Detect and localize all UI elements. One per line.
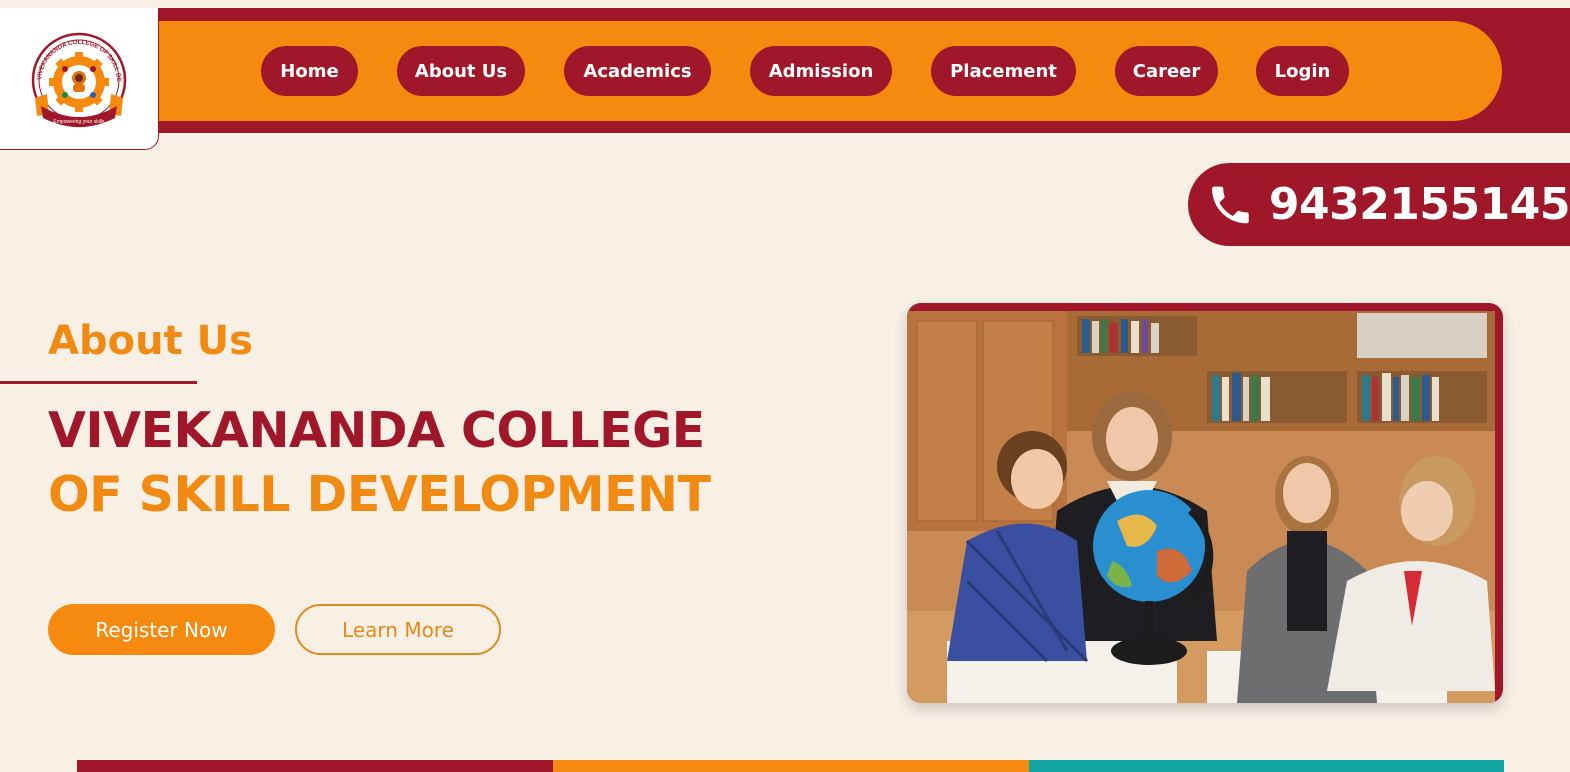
nav-placement-button[interactable]: Placement	[931, 46, 1076, 96]
phone-number: 9432155145	[1268, 179, 1570, 230]
nav-about-button[interactable]: About Us	[397, 46, 525, 96]
nav-career-button[interactable]: Career	[1115, 46, 1218, 96]
bottom-strip-maroon	[77, 760, 553, 772]
phone-icon	[1212, 186, 1249, 223]
top-strip	[0, 0, 1570, 8]
hero-photo-frame	[907, 303, 1503, 703]
college-title-line1: VIVEKANANDA COLLEGE	[48, 402, 705, 459]
bottom-strip-orange	[553, 760, 1029, 772]
nav-home-button[interactable]: Home	[261, 46, 358, 96]
phone-badge[interactable]: 9432155145	[1188, 163, 1570, 246]
bottom-strip-teal	[1029, 760, 1504, 772]
learn-more-button[interactable]: Learn More	[295, 604, 501, 655]
nav-academics-button[interactable]: Academics	[564, 46, 711, 96]
nav-admission-button[interactable]: Admission	[750, 46, 892, 96]
nav-login-button[interactable]: Login	[1256, 46, 1349, 96]
heading-underline	[0, 381, 197, 384]
logo[interactable]: VIVEKANANDA COLLEGE OF SKILL DEVELOPMENT…	[0, 8, 159, 150]
college-emblem-icon: VIVEKANANDA COLLEGE OF SKILL DEVELOPMENT…	[19, 24, 127, 127]
logo-tagline: Empowering your skills	[53, 119, 105, 125]
register-now-button[interactable]: Register Now	[48, 604, 275, 655]
classroom-photo	[907, 311, 1495, 703]
college-title-line2: OF SKILL DEVELOPMENT	[48, 466, 711, 523]
about-us-heading: About Us	[48, 318, 253, 364]
